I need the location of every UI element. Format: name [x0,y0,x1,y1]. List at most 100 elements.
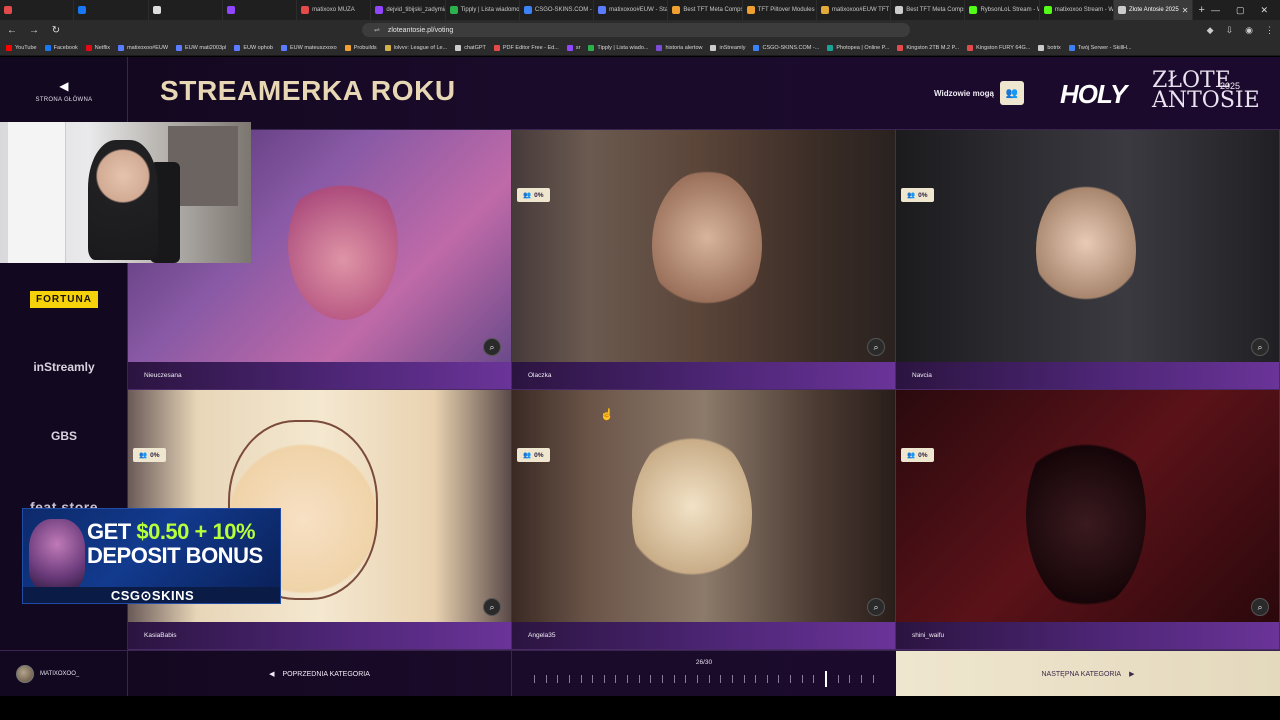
viewers-vote-toggle[interactable]: Widzowie mogą 👥 [934,81,1024,105]
new-tab-button[interactable]: + [1193,4,1211,16]
progress-tick[interactable] [545,675,547,683]
next-category-button[interactable]: NASTĘPNA KATEGORIA ▶ [896,651,1280,696]
browser-tab[interactable]: dejvid_tibijski_zadymiar [371,0,446,20]
zoom-in-icon[interactable]: ⌕ [1251,598,1269,616]
bookmark-item[interactable]: Probuilds [344,44,377,51]
progress-tick[interactable] [778,675,780,683]
progress-tick[interactable] [592,675,594,683]
bookmark-item[interactable]: YouTube [6,44,37,51]
browser-tab[interactable]: CSGO-SKINS.COM - Najl [520,0,595,20]
previous-category-button[interactable]: ◀ POPRZEDNIA KATEGORIA [128,651,512,696]
progress-tick[interactable] [650,675,652,683]
progress-tick[interactable] [731,675,733,683]
browser-tab[interactable]: matixoxoo Stream - Wat [1040,0,1114,20]
browser-tab[interactable]: Best TFT Meta Comps fo [891,0,966,20]
bookmark-item[interactable]: Photopea | Online P... [827,44,889,51]
browser-tab[interactable]: matixoxo MUZA [297,0,372,20]
downloads-icon[interactable]: ⇩ [1226,25,1234,36]
progress-tick[interactable] [708,675,710,683]
forward-icon[interactable]: → [28,25,40,36]
progress-tick[interactable] [837,675,839,683]
progress-tick[interactable] [766,675,768,683]
bookmark-item[interactable]: lolvvv: League of Le... [384,44,447,51]
progress-tick[interactable] [790,675,792,683]
bookmark-item[interactable]: chatGPT [455,44,486,51]
nominee-card[interactable]: 👥 0% ⌕ Angela35 [512,390,896,650]
progress-tick[interactable] [860,675,862,683]
progress-tick[interactable] [662,675,664,683]
extension-icon[interactable]: ◆ [1207,25,1214,36]
bookmark-item[interactable]: sr [566,44,580,51]
bookmark-item[interactable]: Kingston FURY 64G... [967,44,1030,51]
progress-tick[interactable] [673,675,675,683]
progress-tick[interactable] [755,675,757,683]
zoom-in-icon[interactable]: ⌕ [867,338,885,356]
nominee-card[interactable]: 👥 0% ⌕ Navcia [896,130,1280,390]
zoom-in-icon[interactable]: ⌕ [1251,338,1269,356]
progress-tick[interactable] [568,675,570,683]
bookmark-item[interactable]: Netflix [85,44,110,51]
reload-icon[interactable]: ↻ [50,25,62,36]
browser-tab[interactable] [74,0,149,20]
progress-tick[interactable] [580,675,582,683]
menu-icon[interactable]: ⋮ [1265,25,1274,36]
browser-tab[interactable]: matixoxoo#EUW - Statys [594,0,669,20]
home-link[interactable]: ◀ STRONA GŁÓWNA [0,79,128,103]
progress-tick-current[interactable] [825,671,828,687]
sponsor-fortuna[interactable]: FORTUNA [0,289,128,308]
progress-tick[interactable] [849,675,851,683]
close-window-icon[interactable]: ✕ [1261,5,1269,16]
browser-tab[interactable]: RybsonLoL Stream - Wat [965,0,1040,20]
bookmark-item[interactable]: EUW ophob [234,44,273,51]
nominee-card[interactable]: 👥 0% ⌕ Olaczka [512,130,896,390]
bookmark-item[interactable]: EUW mati2003pl [176,44,226,51]
progress-tick[interactable] [534,675,535,683]
profile-icon[interactable]: ◉ [1245,25,1253,36]
zoom-in-icon[interactable]: ⌕ [483,338,501,356]
progress-tick[interactable] [720,675,722,683]
sponsor-gbs[interactable]: GBS [0,429,128,443]
browser-tab[interactable]: matixoxoo#EUW TFT Mat [817,0,892,20]
progress-tick[interactable] [696,675,698,683]
sponsor-instreamly[interactable]: inStreamly [0,360,128,374]
close-tab-icon[interactable]: ✕ [1182,6,1189,15]
bookmark-item[interactable]: Twój Serwer - SkillH... [1068,44,1132,51]
bookmark-item[interactable]: PDF Editor Free - Ed... [493,44,559,51]
progress-tick[interactable] [872,675,874,683]
progress-tick[interactable] [557,675,559,683]
bookmark-item[interactable]: matixoxoo#EUW [118,44,168,51]
url-field[interactable]: ⇌ zloteantosie.pl/voting [362,23,910,37]
bookmark-item[interactable]: botrix [1038,44,1061,51]
progress-tick[interactable] [801,675,803,683]
browser-tab[interactable] [223,0,298,20]
progress-tick[interactable] [638,675,640,683]
browser-tab[interactable]: Best TFT Meta Comps & [668,0,743,20]
progress-ticks[interactable] [534,671,874,687]
progress-tick[interactable] [685,675,687,683]
progress-tick[interactable] [627,675,629,683]
browser-tab[interactable] [149,0,223,20]
maximize-icon[interactable]: ▢ [1236,5,1245,16]
minimize-icon[interactable]: — [1211,5,1220,16]
progress-tick[interactable] [615,675,617,683]
bookmark-item[interactable]: EUW mateuszxoxo [280,44,337,51]
back-icon[interactable]: ← [6,25,18,36]
bookmark-item[interactable]: historia alertow [656,44,702,51]
progress-tick[interactable] [603,675,605,683]
user-profile[interactable]: MATIXOXOO_ [0,650,128,696]
bookmark-item[interactable]: CSGO-SKINS.COM -... [753,44,819,51]
bookmark-item[interactable]: Tipply | Lista wiado... [588,44,648,51]
site-info-icon[interactable]: ⇌ [374,26,380,34]
bookmark-item[interactable]: inStreamly [710,44,745,51]
progress-tick[interactable] [743,675,745,683]
nominee-card[interactable]: 👥 0% ⌕ shini_waifu [896,390,1280,650]
browser-tab[interactable]: TFT Piltover Modules Tie [743,0,817,20]
browser-tab[interactable]: Tipply | Lista wiadomości [446,0,520,20]
browser-tab[interactable]: Złote Antosie 2025 ✕ [1113,0,1193,20]
zoom-in-icon[interactable]: ⌕ [867,598,885,616]
browser-tab[interactable] [0,0,75,20]
progress-tick[interactable] [813,675,815,683]
bookmark-item[interactable]: Facebook [44,44,78,51]
bookmark-item[interactable]: Kingston 2TB M.2 P... [897,44,959,51]
zoom-in-icon[interactable]: ⌕ [483,598,501,616]
